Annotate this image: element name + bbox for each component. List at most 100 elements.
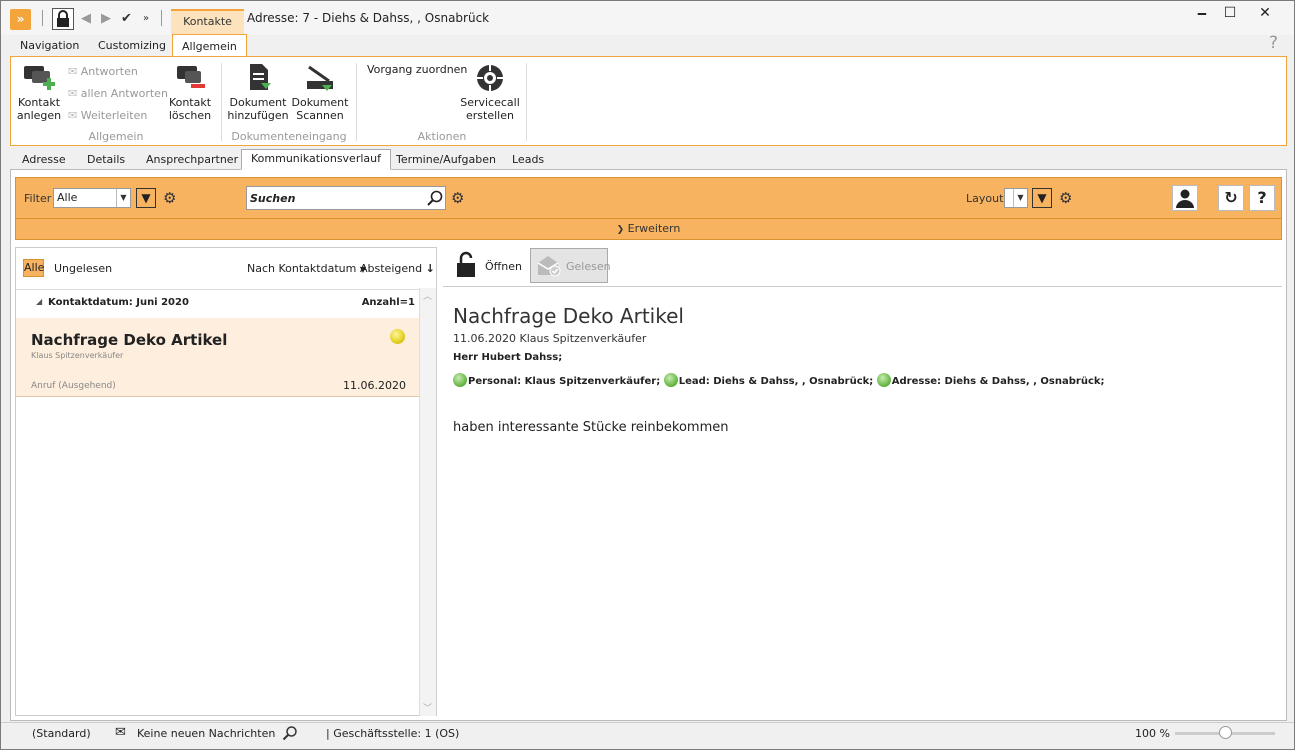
- filter-settings-gear-icon[interactable]: ⚙: [163, 188, 176, 208]
- toolbar-separator: [161, 10, 162, 26]
- filter-all-toggle[interactable]: Alle: [23, 259, 44, 277]
- detail-links: Personal: Klaus Spitzenverkäufer; Lead: …: [453, 373, 1105, 387]
- search-input-value: Suchen: [250, 192, 296, 205]
- antworten-label: Antworten: [80, 65, 138, 78]
- status-standard: (Standard): [32, 727, 91, 740]
- layout-settings-gear-icon[interactable]: ⚙: [1059, 188, 1072, 208]
- tab-adresse[interactable]: Adresse: [13, 151, 75, 169]
- collapse-triangle-icon[interactable]: ◢: [36, 297, 42, 306]
- search-icon[interactable]: [427, 190, 443, 206]
- more-commands-icon[interactable]: »: [143, 10, 149, 28]
- kontakt-loeschen-label: Kontakt löschen: [168, 96, 212, 122]
- unread-status-icon: [390, 329, 405, 344]
- ribbon-tab-customizing[interactable]: Customizing: [89, 36, 175, 56]
- link-adresse[interactable]: Adresse: Diehs & Dahss, , Osnabrück;: [892, 376, 1105, 387]
- sort-field-dropdown[interactable]: Nach Kontaktdatum ▼: [247, 262, 366, 275]
- weiterleiten-button[interactable]: ✉ Weiterleiten: [68, 109, 147, 122]
- funnel-icon[interactable]: ▼: [136, 188, 156, 208]
- toolbar-separator: [42, 10, 43, 26]
- scroll-down-icon[interactable]: ﹀: [423, 701, 432, 714]
- expand-toggle[interactable]: ❯ Erweitern: [15, 222, 1282, 235]
- group-label-allgemein: Allgemein: [88, 130, 144, 143]
- dokument-hinzufuegen-label: Dokument hinzufügen: [227, 96, 289, 122]
- kontakt-loeschen-button[interactable]: Kontakt löschen: [166, 63, 214, 122]
- layout-funnel-icon[interactable]: ▼: [1032, 188, 1052, 208]
- list-item[interactable]: Nachfrage Deko Artikel Klaus Spitzenverk…: [16, 318, 419, 397]
- antworten-button[interactable]: ✉ Antworten: [68, 65, 138, 78]
- link-personal[interactable]: Personal: Klaus Spitzenverkäufer;: [468, 376, 660, 387]
- application-window: » ◀ ▶ ✔ » Kontakte Adresse: 7 - Diehs & …: [0, 0, 1295, 750]
- help-icon[interactable]: ?: [1269, 33, 1278, 53]
- ribbon-group-separator: [221, 63, 222, 141]
- maximize-button[interactable]: ☐: [1215, 3, 1245, 23]
- servicecall-erstellen-label: Servicecall erstellen: [460, 96, 520, 122]
- app-logo-icon[interactable]: »: [10, 9, 31, 30]
- list-item-person: Klaus Spitzenverkäufer: [31, 351, 124, 360]
- user-icon: [1176, 189, 1194, 208]
- list-group-header[interactable]: ◢ Kontaktdatum: Juni 2020 Anzahl=1: [16, 289, 419, 317]
- open-label[interactable]: Öffnen: [485, 260, 522, 273]
- help-button[interactable]: ?: [1249, 185, 1275, 211]
- list-item-date: 11.06.2020: [343, 379, 406, 392]
- refresh-button[interactable]: ↻: [1218, 185, 1244, 211]
- filter-bar-divider: [15, 218, 1282, 219]
- sort-field-label: Nach Kontaktdatum: [247, 262, 357, 275]
- status-messages[interactable]: Keine neuen Nachrichten: [137, 727, 275, 740]
- chevron-down-icon: ▼: [116, 189, 130, 207]
- vorgang-zuordnen-button[interactable]: Vorgang zuordnen: [367, 63, 467, 76]
- tab-termine-aufgaben[interactable]: Termine/Aufgaben: [387, 151, 505, 169]
- tab-ansprechpartner[interactable]: Ansprechpartner: [137, 151, 247, 169]
- tab-leads[interactable]: Leads: [503, 151, 553, 169]
- dokument-hinzufuegen-button[interactable]: Dokument hinzufügen: [227, 63, 289, 122]
- dokument-scannen-button[interactable]: Dokument Scannen: [291, 63, 349, 122]
- mail-icon: ✉: [115, 725, 126, 740]
- unlock-icon: [457, 251, 475, 277]
- question-mark-icon: ?: [1257, 188, 1267, 207]
- forward-mail-icon: ✉: [68, 109, 78, 122]
- search-settings-gear-icon[interactable]: ⚙: [451, 188, 464, 208]
- window-title: Adresse: 7 - Diehs & Dahss, , Osnabrück: [247, 11, 490, 25]
- filter-unread-toggle[interactable]: Ungelesen: [54, 262, 112, 275]
- back-arrow-icon[interactable]: ◀: [81, 10, 91, 28]
- link-lead[interactable]: Lead: Diehs & Dahss, , Osnabrück;: [679, 376, 874, 387]
- lock-button[interactable]: [52, 8, 74, 30]
- mark-read-button[interactable]: Gelesen: [530, 248, 611, 283]
- list-scrollbar[interactable]: ︿ ﹀: [419, 288, 436, 716]
- user-button[interactable]: [1172, 185, 1198, 211]
- detail-body: haben interessante Stücke reinbekommen: [453, 420, 729, 435]
- list-item-title: Nachfrage Deko Artikel: [31, 331, 228, 349]
- servicecall-erstellen-button[interactable]: Servicecall erstellen: [460, 63, 520, 122]
- close-button[interactable]: ✕: [1250, 3, 1280, 23]
- kontakt-anlegen-button[interactable]: Kontakt anlegen: [15, 63, 63, 122]
- check-icon[interactable]: ✔: [121, 10, 132, 28]
- allen-antworten-button[interactable]: ✉ allen Antworten: [68, 87, 168, 100]
- add-contact-icon: [24, 66, 55, 90]
- chevron-down-icon: ▼: [1013, 189, 1027, 207]
- sort-direction-label: Absteigend: [360, 262, 423, 275]
- group-label-aktionen: Aktionen: [417, 130, 467, 143]
- open-button[interactable]: [455, 251, 477, 282]
- context-tab-kontakte: Kontakte: [171, 9, 244, 35]
- refresh-icon: ↻: [1224, 188, 1238, 207]
- tab-details[interactable]: Details: [78, 151, 134, 169]
- tab-kommunikationsverlauf[interactable]: Kommunikationsverlauf: [241, 149, 391, 170]
- scroll-up-icon[interactable]: ︿: [423, 289, 432, 302]
- status-search-icon[interactable]: [282, 725, 298, 741]
- ribbon-tab-allgemein[interactable]: Allgemein: [172, 34, 247, 56]
- mark-read-label: Gelesen: [566, 260, 611, 273]
- search-input[interactable]: Suchen: [246, 186, 446, 210]
- zoom-slider-handle[interactable]: [1219, 726, 1232, 739]
- filter-select[interactable]: Alle ▼: [53, 188, 131, 208]
- layout-select[interactable]: ▼: [1004, 188, 1028, 208]
- forward-arrow-icon[interactable]: ▶: [101, 10, 111, 28]
- expand-label: Erweitern: [627, 222, 681, 235]
- detail-divider: [443, 286, 1282, 287]
- reply-all-icon: ✉: [68, 87, 78, 100]
- ribbon-tab-navigation[interactable]: Navigation: [11, 36, 88, 56]
- filter-label: Filter: [24, 192, 52, 205]
- minimize-button[interactable]: 🗕: [1187, 3, 1217, 23]
- group-label-dokumenteneingang: Dokumenteneingang: [231, 130, 347, 143]
- sort-direction-toggle[interactable]: Absteigend ↓: [360, 262, 435, 275]
- scanner-icon: [307, 65, 333, 91]
- reply-icon: ✉: [68, 65, 78, 78]
